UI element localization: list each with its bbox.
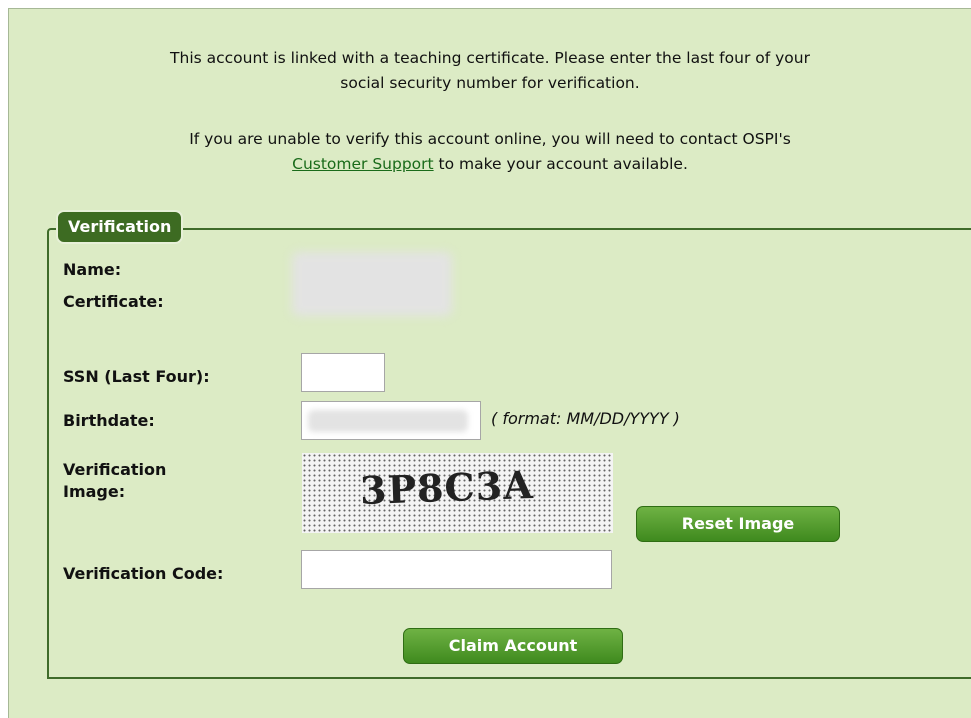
intro-paragraph-2: If you are unable to verify this account… <box>40 127 940 177</box>
verification-code-label: Verification Code: <box>63 564 224 583</box>
birthdate-input[interactable] <box>301 401 481 440</box>
intro-line-4: Customer Support to make your account av… <box>40 152 940 177</box>
intro-line-1: This account is linked with a teaching c… <box>170 49 810 67</box>
birthdate-format-hint: ( format: MM/DD/YYYY ) <box>491 409 680 428</box>
intro-line-3: If you are unable to verify this account… <box>189 130 791 148</box>
ssn-input[interactable] <box>301 353 385 392</box>
verification-code-input[interactable] <box>301 550 612 589</box>
intro-paragraph-1: This account is linked with a teaching c… <box>40 46 940 96</box>
redacted-name-certificate <box>292 252 452 316</box>
ssn-label: SSN (Last Four): <box>63 367 210 386</box>
captcha-image: 3P8C3A <box>302 453 613 533</box>
intro-line-4-suffix: to make your account available. <box>433 155 688 173</box>
customer-support-link[interactable]: Customer Support <box>292 155 434 173</box>
certificate-label: Certificate: <box>63 292 164 311</box>
claim-account-button[interactable]: Claim Account <box>403 628 623 664</box>
reset-image-button[interactable]: Reset Image <box>636 506 840 542</box>
intro-line-2: social security number for verification. <box>340 74 640 92</box>
verification-image-label-line-1: Verification <box>63 460 167 479</box>
verification-legend: Verification <box>56 210 184 244</box>
captcha-text: 3P8C3A <box>359 461 535 514</box>
redacted-birthdate <box>308 410 468 432</box>
birthdate-label: Birthdate: <box>63 411 155 430</box>
verification-image-label: Verification Image: <box>63 459 166 503</box>
verification-image-label-line-2: Image: <box>63 482 126 501</box>
name-label: Name: <box>63 260 122 279</box>
